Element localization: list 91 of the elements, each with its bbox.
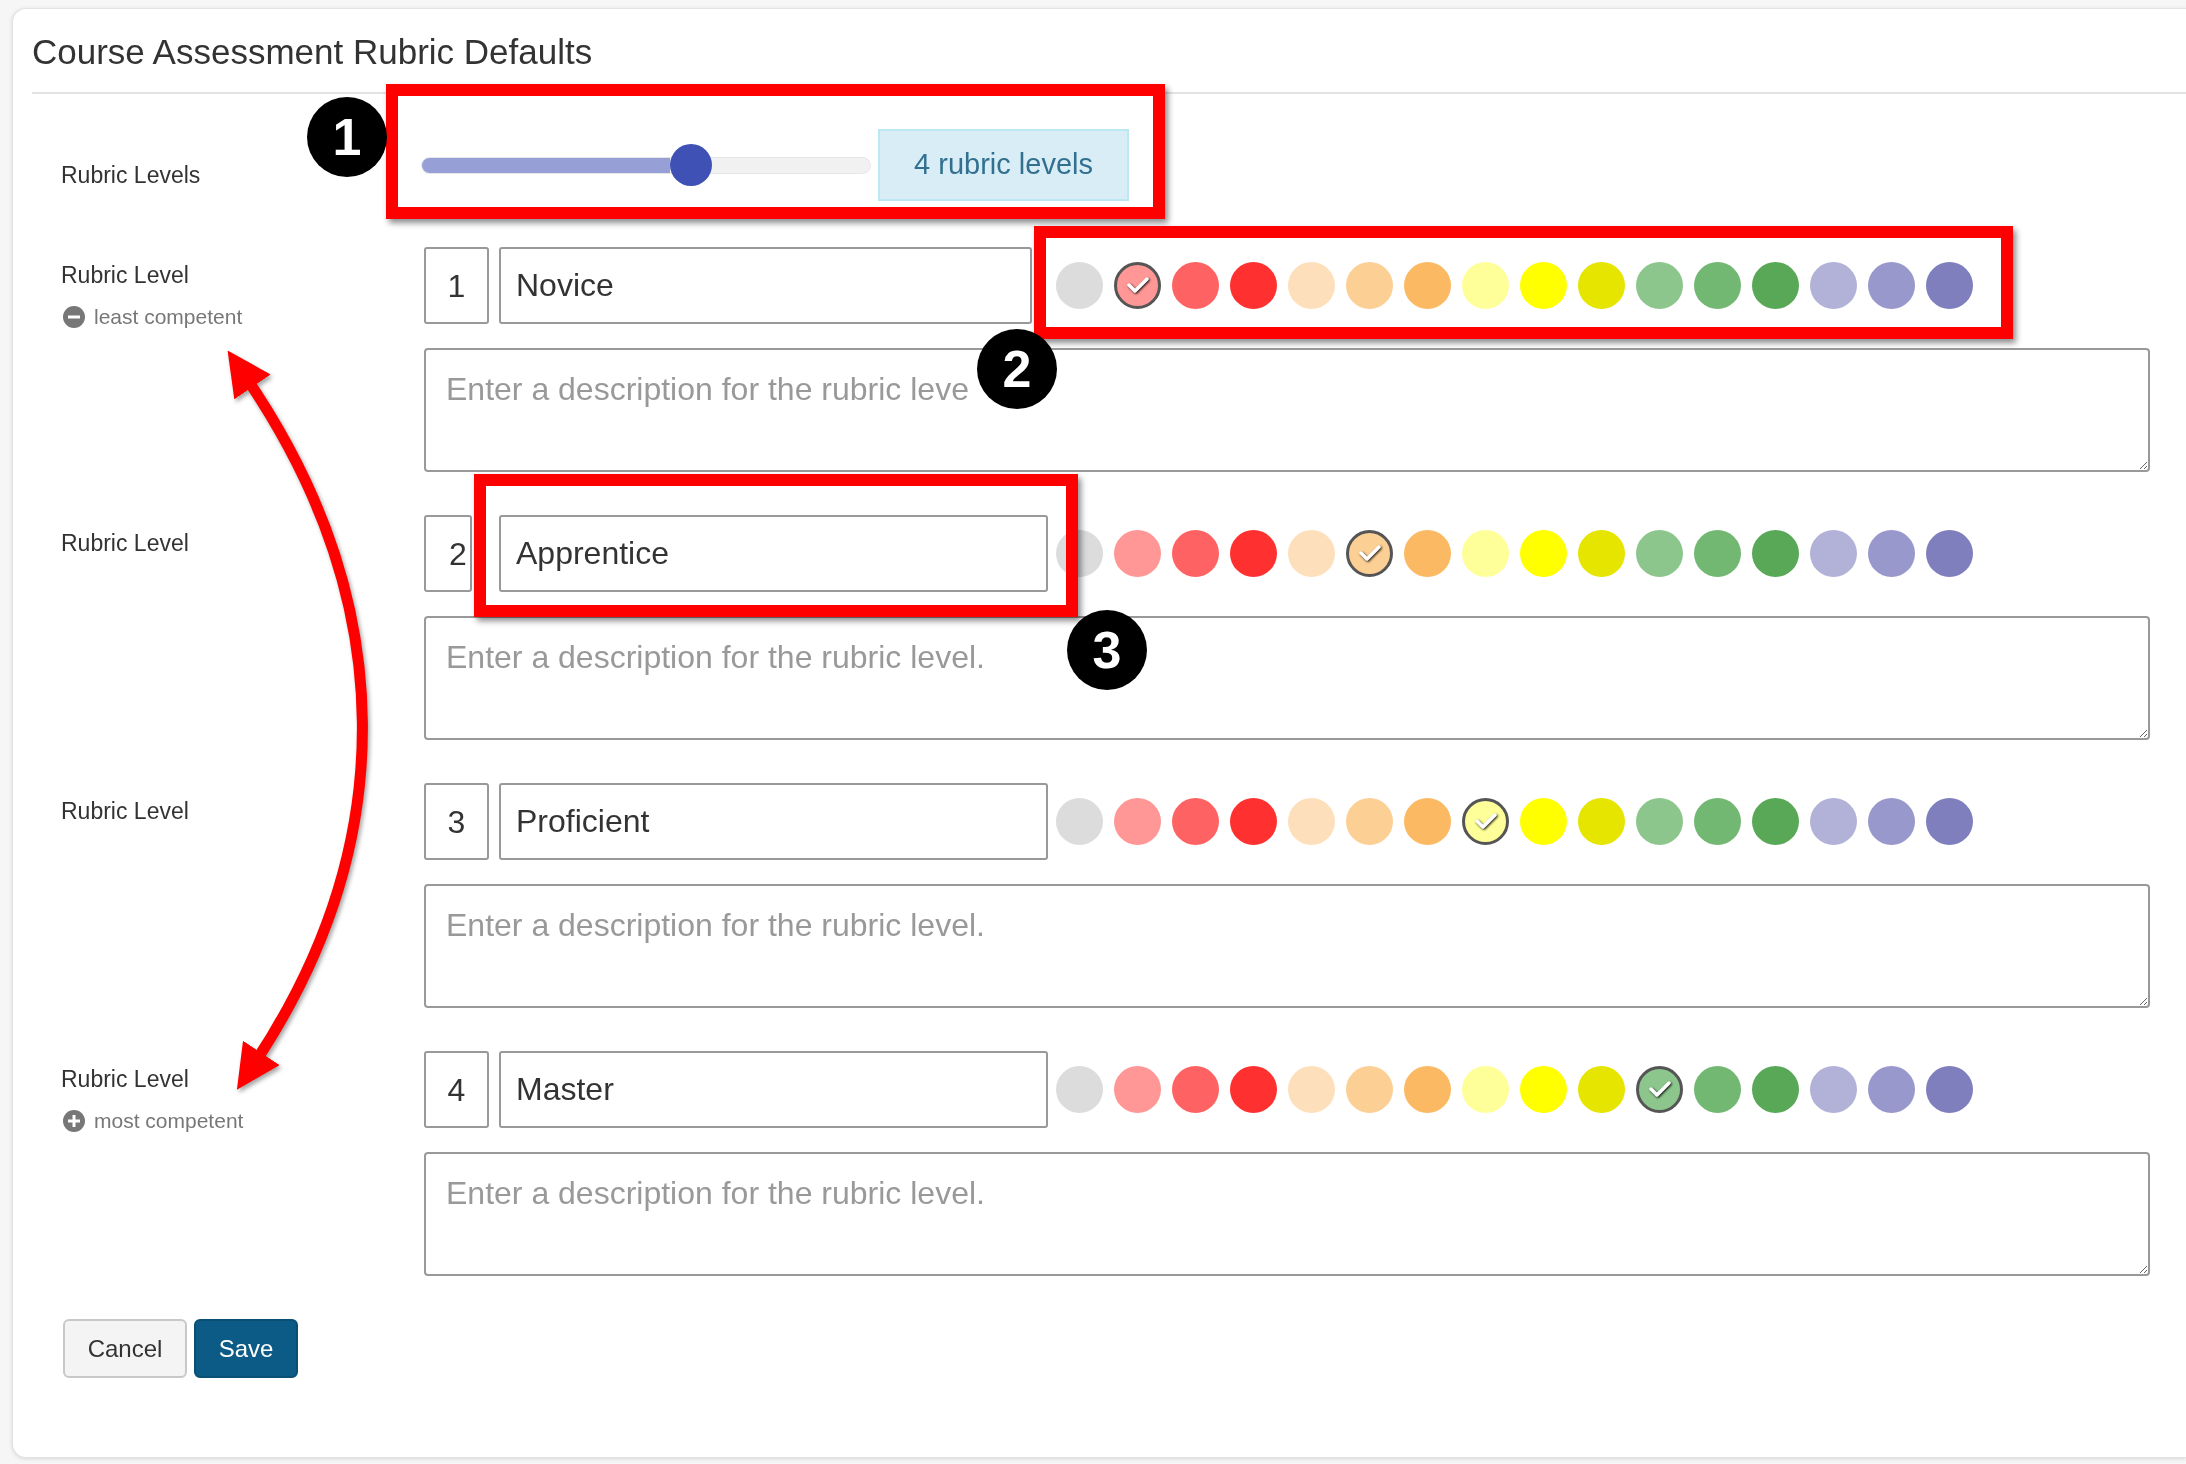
color-swatch[interactable] xyxy=(1172,530,1219,577)
color-swatch[interactable] xyxy=(1288,1066,1335,1113)
color-swatch[interactable] xyxy=(1810,262,1857,309)
plus-circle-icon xyxy=(63,1110,85,1132)
cancel-button[interactable]: Cancel xyxy=(63,1319,187,1378)
level-name-field[interactable]: Master xyxy=(499,1051,1048,1128)
color-swatch[interactable] xyxy=(1462,530,1509,577)
color-swatch[interactable] xyxy=(1926,1066,1973,1113)
level-name-field[interactable]: Proficient xyxy=(499,783,1048,860)
color-swatch[interactable] xyxy=(1114,798,1161,845)
color-swatch[interactable] xyxy=(1114,530,1161,577)
color-swatch[interactable] xyxy=(1578,530,1625,577)
color-swatch[interactable] xyxy=(1404,262,1451,309)
color-swatch[interactable] xyxy=(1578,1066,1625,1113)
color-swatch[interactable] xyxy=(1404,798,1451,845)
color-swatch[interactable] xyxy=(1752,262,1799,309)
level-name-field[interactable]: Novice xyxy=(499,247,1032,324)
color-swatch[interactable] xyxy=(1694,262,1741,309)
color-swatch[interactable] xyxy=(1752,1066,1799,1113)
check-icon xyxy=(1648,1081,1671,1098)
color-swatch[interactable] xyxy=(1346,262,1393,309)
level-number: 2 xyxy=(424,515,472,592)
color-swatch[interactable] xyxy=(1230,530,1277,577)
level-number: 4 xyxy=(424,1051,489,1128)
level-label: Rubric Level xyxy=(61,1065,189,1093)
color-swatch[interactable] xyxy=(1636,530,1683,577)
color-swatch[interactable] xyxy=(1520,798,1567,845)
color-swatch[interactable] xyxy=(1926,530,1973,577)
color-swatch[interactable] xyxy=(1868,262,1915,309)
level-label: Rubric Level xyxy=(61,261,189,289)
color-swatch[interactable] xyxy=(1056,1066,1103,1113)
color-swatch[interactable] xyxy=(1230,262,1277,309)
color-swatch[interactable] xyxy=(1810,530,1857,577)
color-swatch[interactable] xyxy=(1230,1066,1277,1113)
color-swatch[interactable] xyxy=(1694,798,1741,845)
color-swatch[interactable] xyxy=(1926,262,1973,309)
color-swatch[interactable] xyxy=(1578,798,1625,845)
minus-circle-icon xyxy=(63,306,85,328)
competence-hint: least competent xyxy=(94,304,243,330)
color-swatch[interactable] xyxy=(1230,798,1277,845)
color-swatch[interactable] xyxy=(1114,262,1161,309)
color-swatch[interactable] xyxy=(1520,530,1567,577)
description-field[interactable]: Enter a description for the rubric level. xyxy=(424,884,2150,1008)
color-swatch[interactable] xyxy=(1694,1066,1741,1113)
color-swatch[interactable] xyxy=(1636,1066,1683,1113)
color-swatch[interactable] xyxy=(1056,262,1103,309)
level-number: 1 xyxy=(424,247,489,324)
level-label: Rubric Level xyxy=(61,797,189,825)
color-swatch[interactable] xyxy=(1056,798,1103,845)
slider-thumb[interactable] xyxy=(669,144,712,186)
color-swatch[interactable] xyxy=(1114,1066,1161,1113)
color-swatch[interactable] xyxy=(1288,262,1335,309)
check-icon xyxy=(1358,545,1381,562)
color-swatch[interactable] xyxy=(1346,530,1393,577)
description-field[interactable]: Enter a description for the rubric level. xyxy=(424,1152,2150,1276)
color-swatch[interactable] xyxy=(1868,1066,1915,1113)
competence-hint: most competent xyxy=(94,1108,244,1134)
save-button[interactable]: Save xyxy=(194,1319,298,1378)
check-icon xyxy=(1126,277,1149,294)
color-swatch[interactable] xyxy=(1462,1066,1509,1113)
color-swatch[interactable] xyxy=(1636,798,1683,845)
color-swatch[interactable] xyxy=(1288,798,1335,845)
color-swatch[interactable] xyxy=(1520,262,1567,309)
color-swatch[interactable] xyxy=(1172,262,1219,309)
color-swatch[interactable] xyxy=(1346,1066,1393,1113)
color-swatch[interactable] xyxy=(1346,798,1393,845)
color-swatch[interactable] xyxy=(1810,1066,1857,1113)
level-label: Rubric Level xyxy=(61,529,189,557)
level-count-badge: 4 rubric levels xyxy=(878,129,1129,201)
color-swatch[interactable] xyxy=(1752,530,1799,577)
color-swatch[interactable] xyxy=(1288,530,1335,577)
color-swatch[interactable] xyxy=(1404,1066,1451,1113)
page-title: Course Assessment Rubric Defaults xyxy=(32,32,593,72)
color-swatch[interactable] xyxy=(1172,1066,1219,1113)
color-swatch[interactable] xyxy=(1694,530,1741,577)
level-name-field[interactable]: Apprentice xyxy=(499,515,1048,592)
level-number: 3 xyxy=(424,783,489,860)
color-swatch[interactable] xyxy=(1868,798,1915,845)
check-icon xyxy=(1474,813,1497,830)
color-swatch[interactable] xyxy=(1868,530,1915,577)
color-swatch[interactable] xyxy=(1752,798,1799,845)
color-swatch[interactable] xyxy=(1520,1066,1567,1113)
color-swatch[interactable] xyxy=(1462,798,1509,845)
setting-label: Rubric Levels xyxy=(61,161,201,189)
color-swatch[interactable] xyxy=(1404,530,1451,577)
color-swatch[interactable] xyxy=(1636,262,1683,309)
color-swatch[interactable] xyxy=(1810,798,1857,845)
color-swatch[interactable] xyxy=(1462,262,1509,309)
color-swatch[interactable] xyxy=(1926,798,1973,845)
color-swatch[interactable] xyxy=(1172,798,1219,845)
color-swatch[interactable] xyxy=(1578,262,1625,309)
